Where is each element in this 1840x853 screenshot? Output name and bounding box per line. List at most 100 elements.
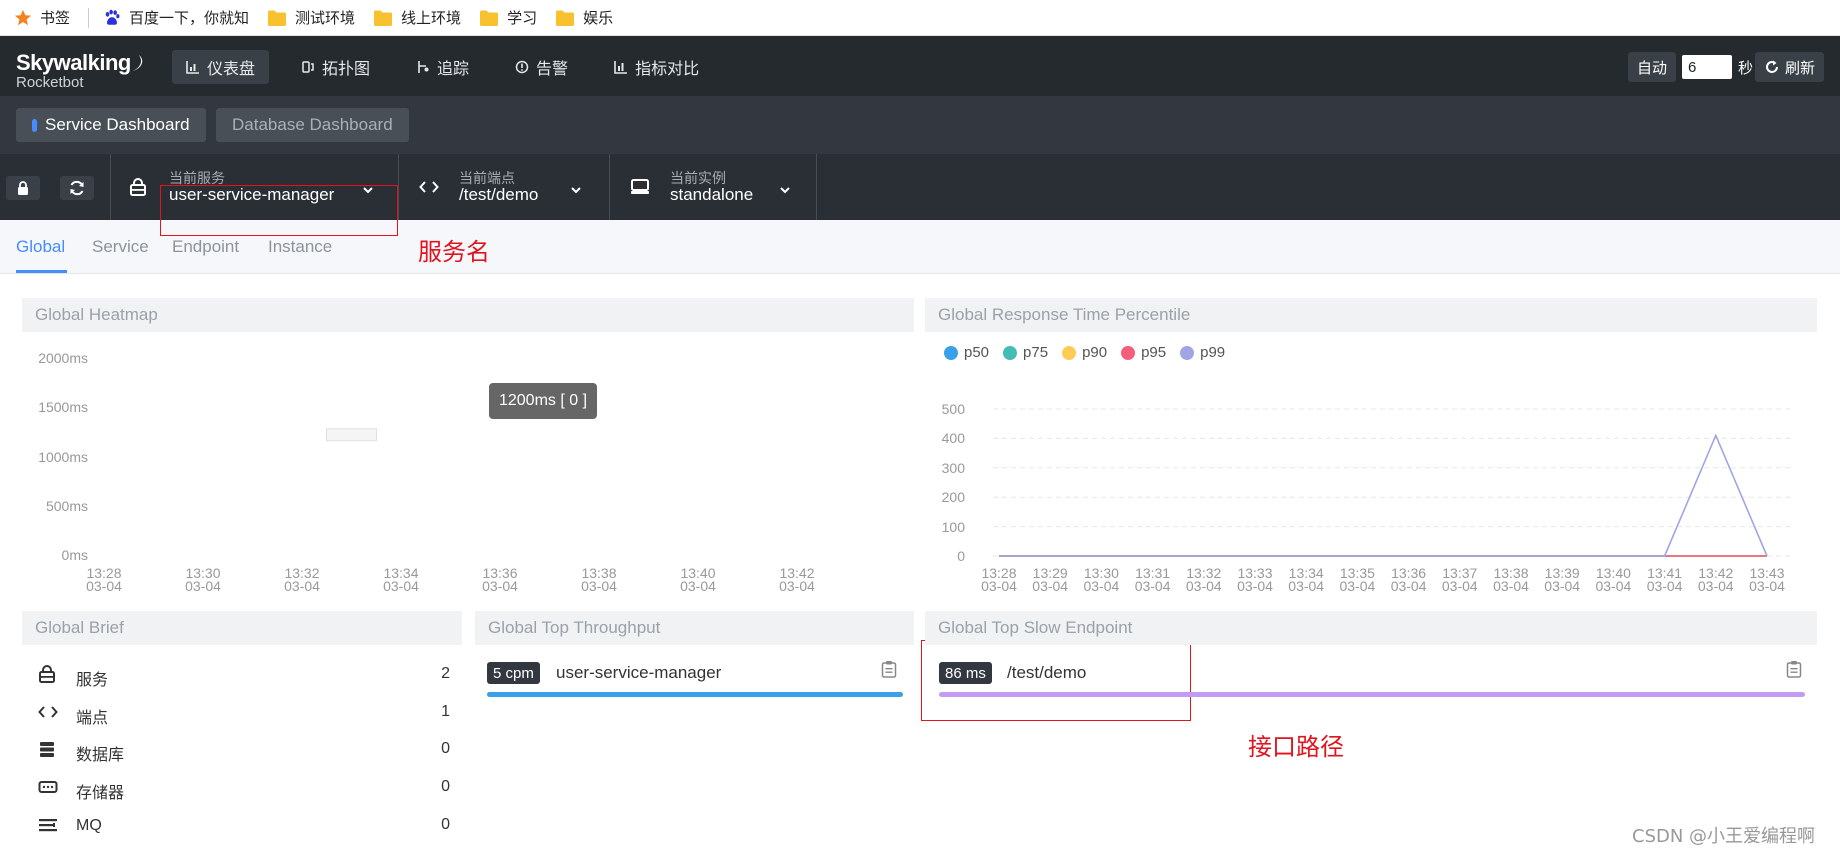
tab-endpoint[interactable]: Endpoint	[172, 237, 239, 257]
endpoint-icon	[419, 181, 439, 193]
bookmark-item[interactable]: 百度一下，你就知	[103, 7, 249, 28]
series-line-p99[interactable]	[999, 433, 1768, 557]
brief-value: 1	[441, 703, 450, 720]
endpoint-icon	[38, 706, 58, 718]
heatmap-cell[interactable]	[326, 428, 377, 442]
service-icon	[39, 665, 55, 683]
slow-endpoint-item[interactable]: 86 ms /test/demo	[939, 660, 1805, 702]
nav-item-compare[interactable]: 指标对比	[600, 50, 713, 84]
heatmap-tooltip: 1200ms [ 0 ]	[489, 383, 597, 419]
tab-database-dashboard[interactable]: Database Dashboard	[216, 108, 409, 142]
folder-icon	[556, 10, 575, 26]
percentile-x-tick-date: 03-04	[981, 578, 1017, 594]
bookmark-divider	[88, 7, 90, 28]
database-icon	[40, 742, 54, 757]
percentile-title: Global Response Time Percentile	[938, 305, 1191, 324]
percentile-x-tick-date: 03-04	[1032, 578, 1069, 594]
heatmap-x-tick-date: 03-04	[680, 578, 716, 594]
mq-icon	[39, 819, 57, 832]
brief-label: 端点	[76, 710, 109, 727]
bookmark-label: 百度一下，你就知	[129, 10, 250, 27]
refresh-interval-input[interactable]	[1681, 55, 1732, 79]
clipboard-icon[interactable]	[881, 660, 897, 678]
brief-label: 数据库	[76, 747, 125, 764]
percentile-x-tick-date: 03-04	[1493, 578, 1529, 594]
endpoint-annotation-label: 接口路径	[1248, 733, 1344, 761]
percentile-x-tick-date: 03-04	[1134, 578, 1171, 594]
watermark: CSDN @小王爱编程啊	[1632, 826, 1816, 847]
app-name: Skywalking	[16, 50, 131, 75]
legend-dot	[1062, 345, 1077, 360]
app-logo[interactable]: Skywalking Rocketbot	[16, 50, 145, 91]
reload-button[interactable]	[60, 176, 94, 200]
slow-endpoint-bar	[939, 692, 1805, 697]
endpoint-value: /test/demo	[459, 185, 539, 204]
legend-item-p99[interactable]: p99	[1180, 344, 1225, 361]
legend-item-p95[interactable]: p95	[1121, 344, 1166, 361]
heatmap-y-tick: 1000ms	[38, 448, 88, 465]
brief-value: 0	[441, 740, 450, 757]
heatmap-x-tick-date: 03-04	[185, 578, 221, 594]
star-icon	[14, 9, 32, 25]
compare-icon	[614, 61, 628, 74]
refresh-icon	[1766, 60, 1778, 73]
percentile-x-tick-date: 03-04	[1441, 578, 1478, 594]
dashboard-icon	[186, 61, 199, 74]
legend-item-p90[interactable]: p90	[1062, 344, 1107, 361]
legend-item-p75[interactable]: p75	[1003, 344, 1048, 361]
legend-dot	[1180, 345, 1195, 360]
percentile-panel-header: Global Response Time Percentile	[925, 298, 1817, 332]
throughput-item[interactable]: 5 cpm user-service-manager	[487, 660, 903, 702]
alarm-icon	[515, 60, 529, 74]
tab-service-dashboard[interactable]: Service Dashboard	[16, 108, 206, 142]
brief-row-cache: 存储器 0	[38, 777, 452, 802]
legend-label: p90	[1082, 344, 1108, 361]
tab-service[interactable]: Service	[92, 237, 149, 257]
heatmap-x-tick-date: 03-04	[284, 578, 320, 594]
refresh-button[interactable]: 刷新	[1754, 52, 1824, 82]
reload-icon	[70, 180, 84, 196]
heatmap-x-tick-date: 03-04	[779, 578, 815, 594]
percentile-x-tick-date: 03-04	[1339, 578, 1376, 594]
clipboard-icon[interactable]	[1786, 660, 1802, 678]
brief-label: 服务	[76, 672, 109, 689]
nav-item-dashboard[interactable]: 仪表盘	[172, 50, 270, 84]
brief-title: Global Brief	[35, 618, 124, 637]
nav-label: 拓扑图	[322, 61, 371, 78]
auto-refresh-toggle[interactable]: 自动	[1627, 52, 1676, 82]
dashboard-tabs-bar: Service Dashboard Database Dashboard	[0, 96, 1840, 154]
service-icon	[130, 178, 146, 196]
lock-button[interactable]	[6, 176, 40, 200]
legend-item-p50[interactable]: p50	[944, 344, 989, 361]
throughput-bar	[487, 692, 903, 697]
bookmark-folder[interactable]: 学习	[479, 7, 537, 28]
tab-global[interactable]: Global	[16, 237, 65, 257]
trace-icon	[418, 61, 429, 73]
bookmark-folder[interactable]: 测试环境	[267, 7, 355, 28]
nav-label: 追踪	[437, 61, 470, 78]
bookmark-label: 测试环境	[295, 10, 356, 27]
legend-label: p50	[964, 344, 990, 361]
throughput-title: Global Top Throughput	[488, 618, 661, 637]
nav-item-topology[interactable]: 拓扑图	[287, 50, 384, 84]
percentile-x-tick-date: 03-04	[1697, 578, 1734, 594]
logo-swoosh-icon	[132, 55, 143, 71]
nav-item-alarm[interactable]: 告警	[501, 50, 582, 84]
bookmark-label: 线上环境	[401, 10, 462, 27]
tab-instance[interactable]: Instance	[268, 237, 332, 257]
percentile-x-tick-date: 03-04	[1185, 578, 1222, 594]
heatmap-y-tick: 1500ms	[38, 399, 88, 416]
instance-selector[interactable]: 当前实例 standalone	[610, 154, 817, 220]
endpoint-selector[interactable]: 当前端点 /test/demo	[399, 154, 610, 220]
folder-icon	[374, 10, 393, 26]
app-subtitle: Rocketbot	[16, 74, 84, 91]
nav-item-trace[interactable]: 追踪	[402, 50, 483, 84]
dashboard-tab-label: Service Dashboard	[45, 115, 190, 134]
bookmark-item[interactable]: 书签	[14, 7, 70, 28]
percentile-y-tick: 400	[941, 430, 965, 447]
active-indicator	[32, 118, 37, 132]
brief-panel-header: Global Brief	[22, 611, 462, 645]
refresh-label: 刷新	[1784, 59, 1815, 77]
bookmark-folder[interactable]: 娱乐	[555, 7, 613, 28]
bookmark-folder[interactable]: 线上环境	[373, 7, 461, 28]
